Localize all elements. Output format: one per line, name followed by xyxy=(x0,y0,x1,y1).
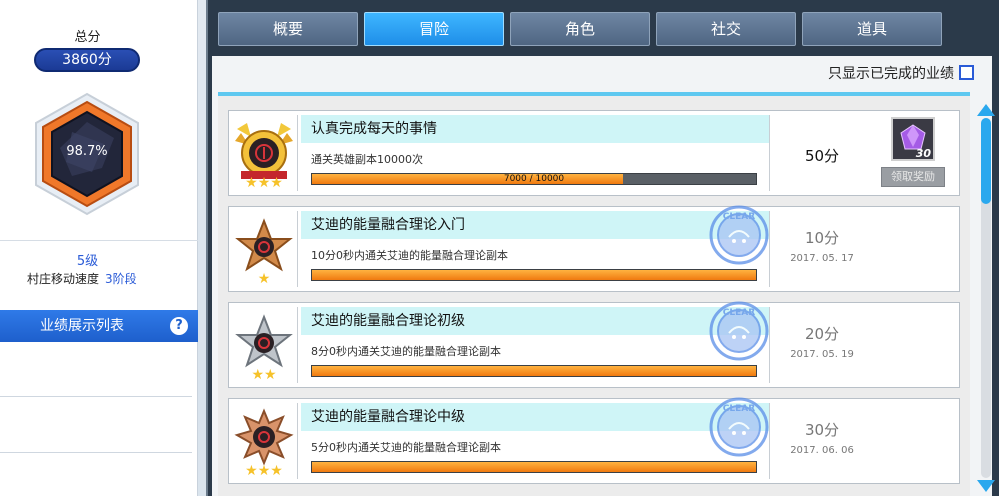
divider xyxy=(297,115,298,191)
achievement-progress-bar xyxy=(311,461,757,473)
reward-count: 30 xyxy=(915,147,931,160)
divider xyxy=(297,307,298,383)
achievement-title: 艾迪的能量融合理论中级 xyxy=(301,403,769,431)
crystal-reward-icon: 30 xyxy=(891,117,935,161)
village-speed: 村庄移动速度 3阶段 xyxy=(27,270,137,287)
divider xyxy=(297,211,298,287)
svg-text:★★★: ★★★ xyxy=(245,463,283,479)
completion-hexagon: 98.7% xyxy=(32,92,142,216)
stamp-text: CLEAR xyxy=(723,212,755,222)
divider xyxy=(297,403,298,479)
scrollbar-thumb[interactable] xyxy=(981,118,991,204)
completed-filter-label: 只显示已完成的业绩 xyxy=(828,66,954,82)
achievement-points: 50分 xyxy=(804,147,840,165)
divider xyxy=(769,115,770,191)
achievement-row[interactable]: ★★★ 艾迪的能量融合理论中级 5分0秒内通关艾迪的能量融合理论副本 CLEAR xyxy=(228,395,960,484)
help-icon[interactable]: ? xyxy=(170,317,188,335)
showcase-list-label: 业绩展示列表 xyxy=(40,318,124,334)
showcase-slot-divider xyxy=(0,452,192,453)
stamp-text: CLEAR xyxy=(723,308,755,318)
village-speed-value: 3阶段 xyxy=(105,272,137,286)
achievement-points: 20分 xyxy=(804,325,840,343)
achievement-progress-bar xyxy=(311,269,757,281)
scrollbar-track[interactable] xyxy=(981,118,991,478)
tab-social[interactable]: 社交 xyxy=(656,12,796,46)
completion-date: 2017. 05. 17 xyxy=(790,253,854,264)
silver-medal-icon: ★★ xyxy=(233,307,295,383)
achievement-title: 艾迪的能量融合理论入门 xyxy=(301,211,769,239)
tab-adventure[interactable]: 冒险 xyxy=(364,12,504,46)
achievement-progress-bar xyxy=(311,365,757,377)
achievement-progress-bar: 7000 / 10000 xyxy=(311,173,757,185)
achievement-points: 10分 xyxy=(804,229,840,247)
clear-stamp-icon: CLEAR xyxy=(707,299,771,363)
tab-overview[interactable]: 概要 xyxy=(218,12,358,46)
achievement-row[interactable]: ★ 艾迪的能量融合理论入门 10分0秒内通关艾迪的能量融合理论副本 CLEAR xyxy=(228,203,960,292)
stamp-text: CLEAR xyxy=(723,404,755,414)
achievement-row[interactable]: ★★★ 认真完成每天的事情 通关英雄副本10000次 7000 / 10000 … xyxy=(228,110,960,196)
village-speed-label: 村庄移动速度 xyxy=(27,272,100,286)
profile-panel: 总分 3860分 98.7% 5级 村庄移动速度 3阶段 业绩展示列表 ? xyxy=(0,0,198,496)
showcase-list-header[interactable]: 业绩展示列表 ? xyxy=(0,310,198,342)
completed-filter[interactable]: 只显示已完成的业绩 xyxy=(828,63,974,83)
svg-text:★★: ★★ xyxy=(251,367,276,383)
achievement-points: 30分 xyxy=(804,421,840,439)
completed-filter-checkbox[interactable] xyxy=(959,65,974,80)
scroll-down-arrow[interactable] xyxy=(977,480,995,492)
total-score-badge: 3860分 xyxy=(34,48,140,72)
clear-stamp-icon: CLEAR xyxy=(707,203,771,267)
player-level: 5级 xyxy=(76,254,99,269)
copper-medal-icon: ★★★ xyxy=(233,403,295,479)
svg-text:★: ★ xyxy=(258,271,271,287)
achievement-content: 只显示已完成的业绩 ★★★ 认真完成每天的事情 通关英雄副本10000次 700… xyxy=(212,56,992,496)
scroll-up-arrow[interactable] xyxy=(977,104,995,116)
achievement-title: 艾迪的能量融合理论初级 xyxy=(301,307,769,335)
completion-percent: 98.7% xyxy=(66,144,108,159)
achievement-description: 通关英雄副本10000次 xyxy=(311,153,423,166)
achievement-row[interactable]: ★★ 艾迪的能量融合理论初级 8分0秒内通关艾迪的能量融合理论副本 CLEAR xyxy=(228,299,960,388)
bronze-medal-icon: ★ xyxy=(233,211,295,287)
completion-date: 2017. 05. 19 xyxy=(790,349,854,360)
achievement-description: 5分0秒内通关艾迪的能量融合理论副本 xyxy=(311,441,501,454)
divider xyxy=(769,403,770,479)
progress-text: 7000 / 10000 xyxy=(503,174,565,184)
tab-items[interactable]: 道具 xyxy=(802,12,942,46)
divider xyxy=(769,211,770,287)
clear-stamp-icon: CLEAR xyxy=(707,395,771,459)
achievement-window: 概要 冒险 角色 社交 道具 只显示已完成的业绩 ★★★ 认真完成每天的事情 通… xyxy=(206,0,999,496)
showcase-slot-divider xyxy=(0,396,192,397)
progress-fill xyxy=(312,366,756,376)
total-score-label: 总分 xyxy=(74,30,101,45)
gold-medal-icon: ★★★ xyxy=(233,115,295,191)
completion-date: 2017. 06. 06 xyxy=(790,445,854,456)
achievement-description: 8分0秒内通关艾迪的能量融合理论副本 xyxy=(311,345,501,358)
progress-fill xyxy=(312,462,756,472)
achievement-list: ★★★ 认真完成每天的事情 通关英雄副本10000次 7000 / 10000 … xyxy=(218,92,970,496)
svg-text:★★★: ★★★ xyxy=(245,175,283,191)
achievement-title: 认真完成每天的事情 xyxy=(301,115,769,143)
divider xyxy=(769,307,770,383)
claim-reward-button[interactable]: 领取奖励 xyxy=(881,167,945,187)
divider xyxy=(0,240,198,241)
tab-character[interactable]: 角色 xyxy=(510,12,650,46)
progress-fill xyxy=(312,270,756,280)
achievement-description: 10分0秒内通关艾迪的能量融合理论副本 xyxy=(311,249,508,262)
